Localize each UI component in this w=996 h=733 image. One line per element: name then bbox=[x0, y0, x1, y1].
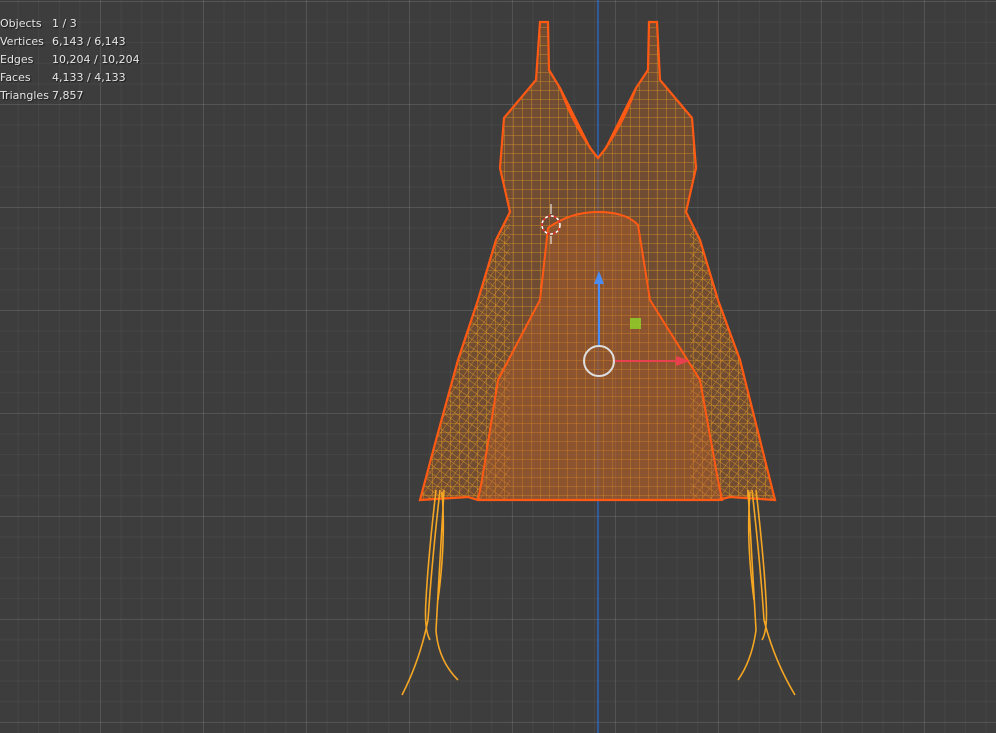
gizmo-plane-handle[interactable] bbox=[630, 318, 641, 329]
3d-viewport[interactable]: Objects 1 / 3 Vertices 6,143 / 6,143 Edg… bbox=[0, 0, 996, 733]
scene-canvas[interactable] bbox=[0, 0, 996, 733]
left-ties bbox=[401, 489, 459, 696]
right-ties bbox=[737, 489, 796, 696]
dress-mesh[interactable] bbox=[400, 0, 800, 520]
